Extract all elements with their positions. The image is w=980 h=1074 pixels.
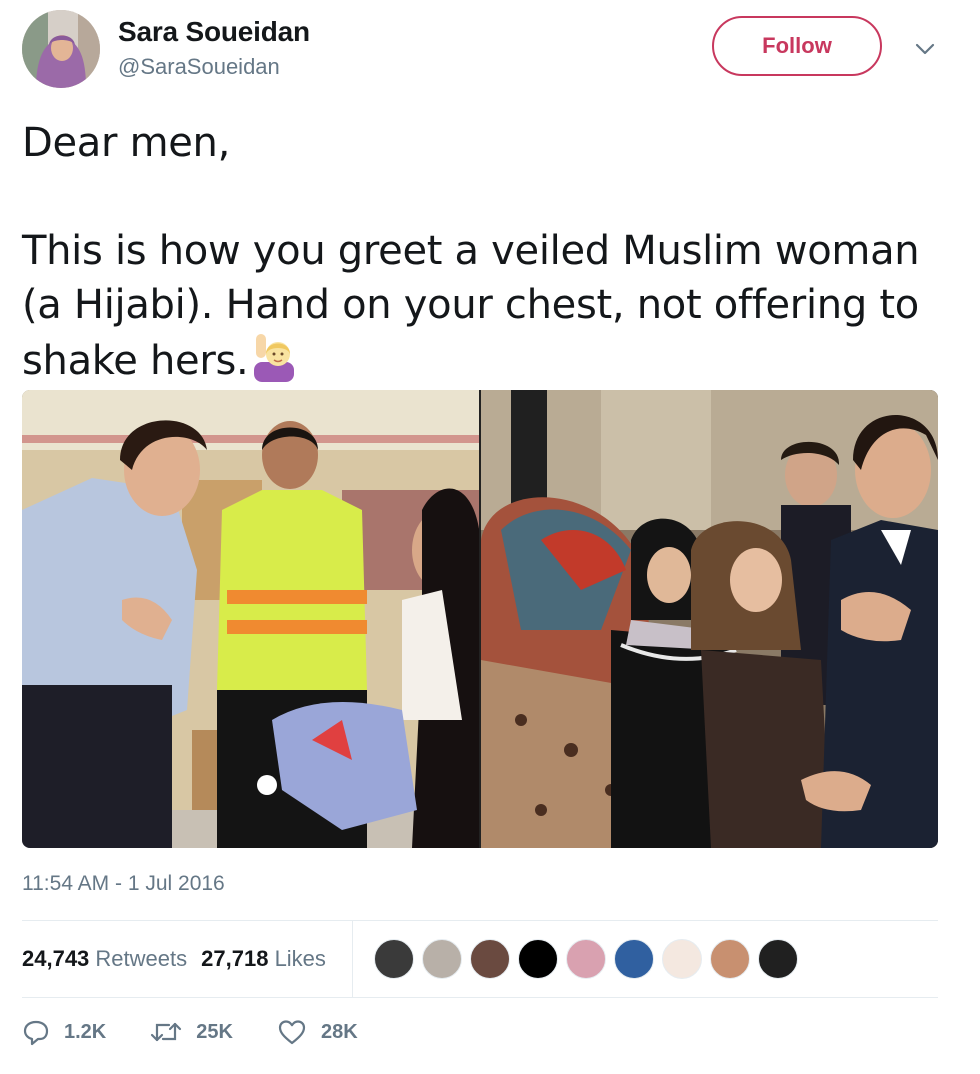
chevron-down-icon[interactable] xyxy=(914,38,936,60)
retweets-stat[interactable]: 24,743 Retweets xyxy=(22,946,187,972)
tweet-media xyxy=(22,390,938,848)
tweet-line-2-text: This is how you greet a veiled Muslim wo… xyxy=(22,228,920,384)
retweet-icon xyxy=(151,1022,182,1042)
user-names: Sara Soueidan @SaraSoueidan xyxy=(118,16,310,80)
tweet-header: Sara Soueidan @SaraSoueidan Follow xyxy=(22,10,942,90)
retweets-label: Retweets xyxy=(95,946,188,971)
liker-avatar[interactable] xyxy=(566,939,606,979)
liker-avatar[interactable] xyxy=(422,939,462,979)
liker-avatar[interactable] xyxy=(518,939,558,979)
photo-greeting-hijabi-women[interactable] xyxy=(481,390,938,848)
liker-avatars xyxy=(374,939,806,979)
user-avatar[interactable] xyxy=(22,10,100,88)
reply-count: 1.2K xyxy=(64,1020,107,1043)
reply-button[interactable]: 1.2K xyxy=(22,1018,106,1046)
retweet-count: 25K xyxy=(196,1020,233,1043)
liker-avatar[interactable] xyxy=(374,939,414,979)
likes-stat[interactable]: 27,718 Likes xyxy=(201,946,326,972)
follow-button[interactable]: Follow xyxy=(712,16,882,76)
tweet-text: Dear men, This is how you greet a veiled… xyxy=(22,116,942,396)
tweet-stats: 24,743 Retweets 27,718 Likes xyxy=(22,921,938,997)
divider-bottom xyxy=(22,997,938,998)
display-name[interactable]: Sara Soueidan xyxy=(118,16,310,48)
retweets-count: 24,743 xyxy=(22,946,90,971)
tweet-actions: 1.2K 25K 28K xyxy=(22,1018,402,1046)
liker-avatar[interactable] xyxy=(614,939,654,979)
woman-raising-hand-emoji xyxy=(252,332,296,396)
stats-separator xyxy=(352,921,353,997)
like-count: 28K xyxy=(320,1020,358,1043)
tweet-timestamp[interactable]: 11:54 AM - 1 Jul 2016 xyxy=(22,872,225,896)
heart-icon xyxy=(278,1020,306,1045)
like-button[interactable]: 28K xyxy=(277,1018,358,1046)
reply-icon xyxy=(23,1020,49,1046)
liker-avatar[interactable] xyxy=(758,939,798,979)
liker-avatar[interactable] xyxy=(662,939,702,979)
liker-avatar[interactable] xyxy=(710,939,750,979)
photo-greeting-volunteer[interactable] xyxy=(22,390,479,848)
liker-avatar[interactable] xyxy=(470,939,510,979)
tweet-line-2: This is how you greet a veiled Muslim wo… xyxy=(22,224,942,396)
user-handle[interactable]: @SaraSoueidan xyxy=(118,54,310,80)
retweet-button[interactable]: 25K xyxy=(150,1018,233,1046)
likes-count: 27,718 xyxy=(201,946,269,971)
likes-label: Likes xyxy=(274,946,326,971)
tweet-line-1: Dear men, xyxy=(22,120,231,166)
